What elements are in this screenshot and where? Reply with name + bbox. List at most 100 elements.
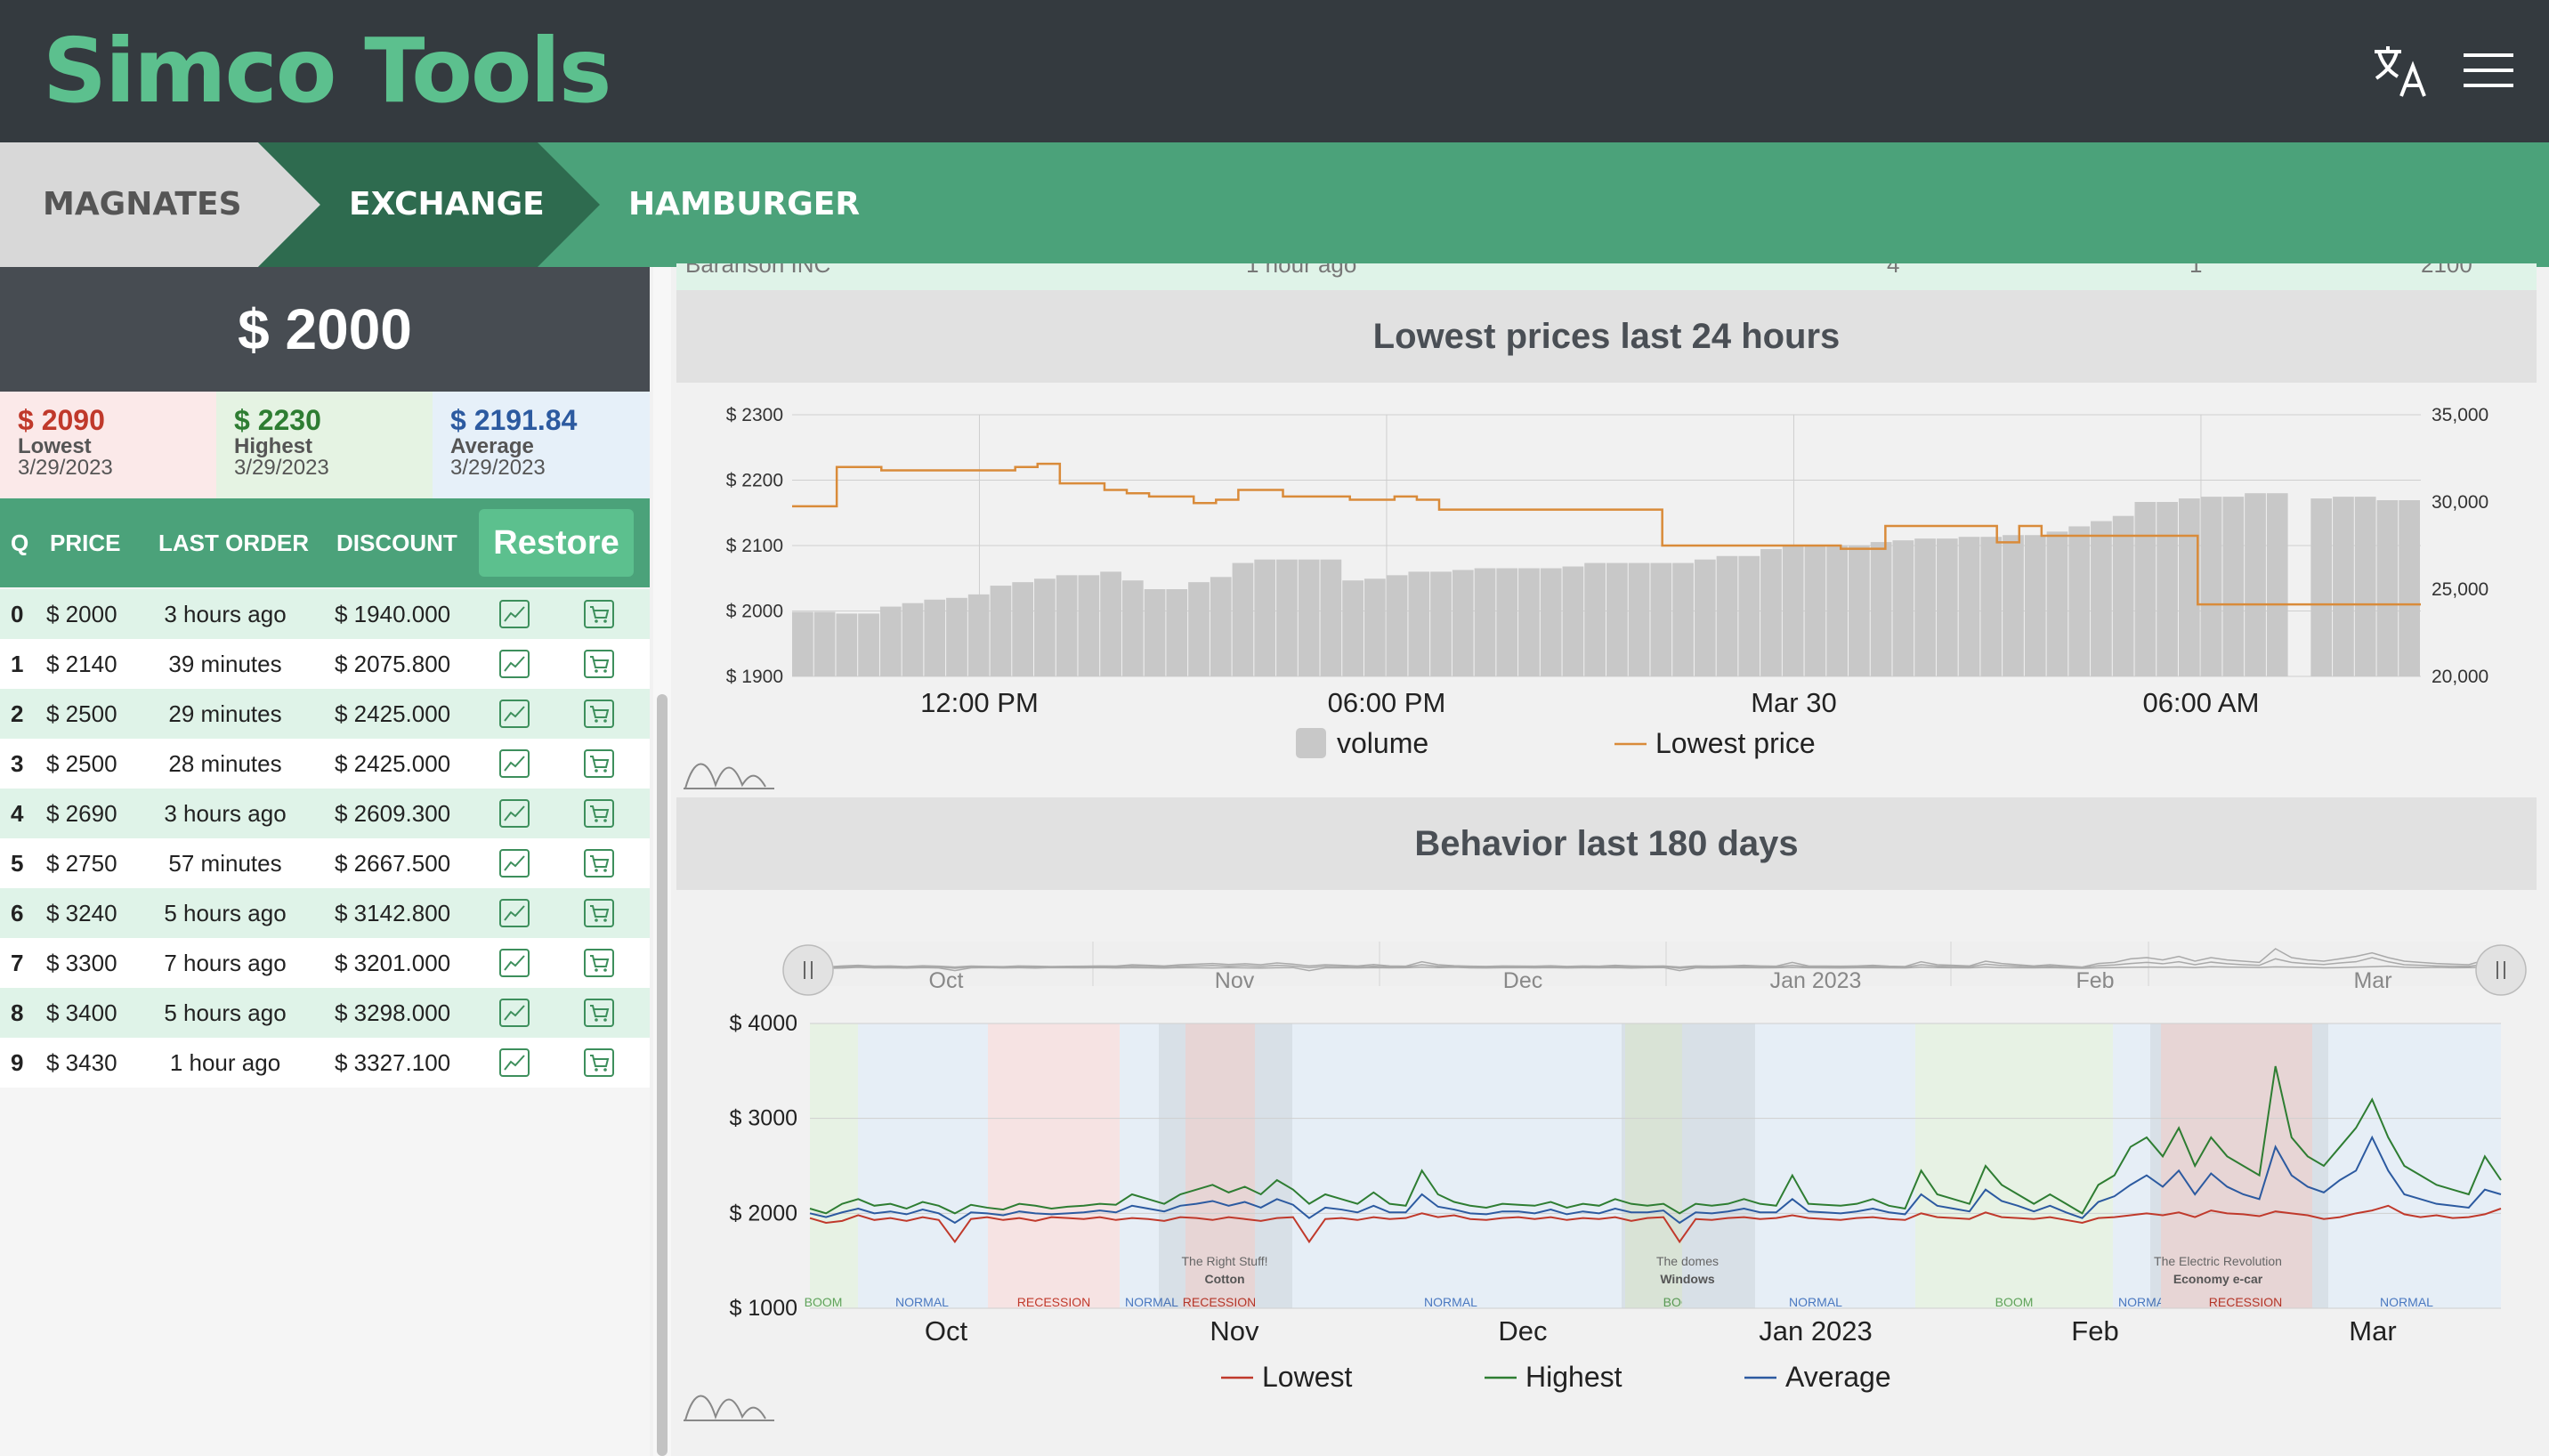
row-price: $ 2750 [46, 850, 117, 877]
table-row[interactable]: 7 $ 3300 7 hours ago $ 3201.000 [0, 938, 650, 988]
x-tick-label: Feb [2071, 1315, 2118, 1347]
volume-bar [1936, 538, 1958, 676]
y-tick-label: $ 4000 [730, 1011, 797, 1036]
volume-bar [1430, 571, 1452, 676]
event-band [1159, 1023, 1184, 1308]
volume-bar [879, 606, 902, 676]
nav-item-magnates[interactable]: MAGNATES [43, 142, 242, 267]
navigator-tick-label: Dec [1503, 968, 1542, 993]
restore-button[interactable]: Restore [479, 509, 634, 577]
row-discount: $ 3201.000 [335, 950, 451, 976]
table-row[interactable]: 5$ 275057 minutes ago$ 2667.500 [0, 838, 650, 926]
stat-lowest-date: 3/29/2023 [18, 456, 113, 480]
table-row[interactable]: 9 $ 3430 1 hour ago $ 3327.100 [0, 1038, 650, 1088]
x-tick-label: 12:00 PM [920, 687, 1039, 718]
volume-bar [1716, 555, 1738, 676]
stat-highest-value: $ 2230 [234, 404, 321, 436]
volume-bar [902, 603, 924, 676]
row-last-order: 1 hour ago [169, 1049, 281, 1076]
volume-bar [1408, 571, 1430, 676]
navigator-handle-right[interactable] [2475, 944, 2527, 996]
row-quality: 0 [11, 601, 24, 627]
price-history-icon[interactable] [499, 749, 530, 778]
translate-icon[interactable] [2371, 43, 2430, 100]
y-left-tick-label: $ 1900 [726, 667, 783, 687]
column-discount[interactable]: DISCOUNT [336, 498, 457, 587]
volume-bar [1078, 575, 1100, 676]
volume-bar [1496, 568, 1518, 676]
volume-bar [1386, 575, 1408, 676]
row-quality: 1 [11, 651, 24, 677]
volume-bar [2003, 535, 2024, 676]
price-history-icon[interactable] [499, 949, 530, 977]
navigator-tick-label: Feb [2076, 968, 2114, 993]
column-price[interactable]: PRICE [50, 498, 120, 587]
stat-highest-date: 3/29/2023 [234, 456, 329, 480]
table-row[interactable]: 2$ 250029 minutes ago$ 2425.000 [0, 689, 650, 777]
volume-bar [1452, 570, 1474, 676]
table-row[interactable]: 3$ 250028 minutes ago$ 2425.000 [0, 739, 650, 827]
price-history-icon[interactable] [499, 600, 530, 628]
stat-average-value: $ 2191.84 [450, 404, 578, 436]
volume-bar [1342, 580, 1364, 676]
y-left-tick-label: $ 2000 [726, 602, 783, 622]
price-history-icon[interactable] [499, 700, 530, 728]
row-quality: 9 [11, 1049, 24, 1076]
row-discount: $ 1940.000 [335, 601, 451, 627]
event-band [1622, 1023, 1648, 1308]
table-row[interactable]: 0 $ 2000 3 hours ago $ 1940.000 [0, 589, 650, 639]
hamburger-menu-icon[interactable] [2464, 53, 2513, 87]
table-row[interactable]: 1$ 214039 minutes ago$ 2075.800 [0, 639, 650, 727]
column-q[interactable]: Q [11, 498, 28, 587]
event-title: The Right Stuff! [1181, 1254, 1267, 1268]
phase-label: BOOM [1995, 1295, 2034, 1309]
table-row[interactable]: 4 $ 2690 3 hours ago $ 2609.300 [0, 789, 650, 838]
cart-icon[interactable] [584, 999, 614, 1027]
volume-bar [2310, 498, 2333, 676]
cart-icon[interactable] [584, 899, 614, 927]
legend-volume-label: volume [1337, 727, 1428, 759]
nav-item-hamburger[interactable]: HAMBURGER [628, 142, 860, 267]
y-tick-label: $ 3000 [730, 1106, 797, 1131]
legend-volume-swatch [1296, 728, 1326, 758]
zoom-chart-icon [684, 1395, 774, 1421]
price-history-icon[interactable] [499, 799, 530, 828]
cart-icon[interactable] [584, 700, 614, 728]
row-price: $ 2500 [46, 700, 117, 727]
volume-bar [2024, 535, 2046, 676]
scrollbar-thumb[interactable] [657, 694, 668, 1456]
cart-icon[interactable] [584, 1048, 614, 1077]
volume-bar [2266, 493, 2288, 676]
price-history-icon[interactable] [499, 999, 530, 1027]
cart-icon[interactable] [584, 650, 614, 678]
table-row[interactable]: 8 $ 3400 5 hours ago $ 3298.000 [0, 988, 650, 1038]
volume-bar [1914, 538, 1936, 676]
cart-icon[interactable] [584, 849, 614, 878]
legend-label-highest: Highest [1525, 1361, 1622, 1393]
phase-band [810, 1023, 858, 1308]
breadcrumb: MAGNATES EXCHANGE HAMBURGER [0, 142, 2549, 267]
legend-label-average: Average [1785, 1361, 1891, 1393]
row-quality: 5 [11, 850, 24, 877]
volume-bar [858, 613, 879, 676]
y-left-tick-label: $ 2300 [726, 405, 783, 425]
cart-icon[interactable] [584, 600, 614, 628]
volume-bar [1232, 562, 1254, 676]
row-quality: 7 [11, 950, 24, 976]
volume-bar [1694, 559, 1716, 676]
price-history-icon[interactable] [499, 650, 530, 678]
table-row[interactable]: 6 $ 3240 5 hours ago $ 3142.800 [0, 888, 650, 938]
price-history-icon[interactable] [499, 899, 530, 927]
navigator-handle-left[interactable] [782, 944, 834, 996]
row-quality: 8 [11, 999, 24, 1026]
column-last-order[interactable]: LAST ORDER [158, 498, 309, 587]
price-history-icon[interactable] [499, 1048, 530, 1077]
cart-icon[interactable] [584, 749, 614, 778]
phase-band [988, 1023, 1120, 1308]
volume-bar [946, 597, 967, 676]
cart-icon[interactable] [584, 949, 614, 977]
price-history-icon[interactable] [499, 849, 530, 878]
brand-logo[interactable]: Simco Tools [43, 18, 611, 125]
nav-item-exchange[interactable]: EXCHANGE [349, 142, 545, 267]
cart-icon[interactable] [584, 799, 614, 828]
